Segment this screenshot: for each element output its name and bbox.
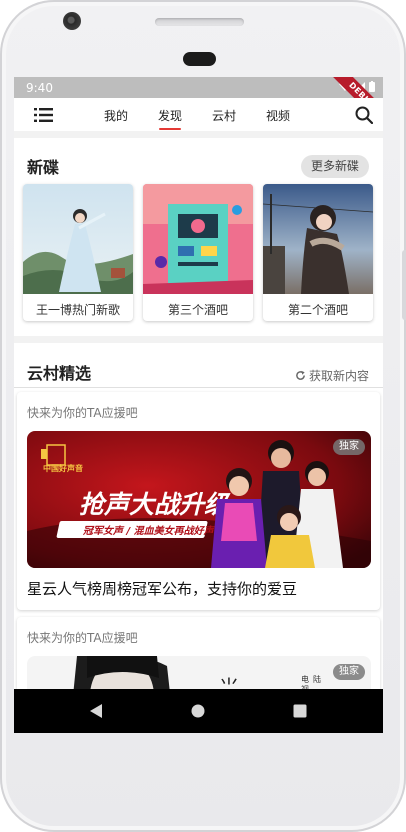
card-hint: 快来为你的TA应援吧 bbox=[27, 631, 138, 645]
front-camera bbox=[63, 12, 81, 30]
album-cover-image bbox=[23, 184, 133, 294]
cloud-village-section: 云村精选 获取新内容 快来为你的TA应援吧 抢声大战升级 冠军女声 / 混血美女… bbox=[14, 343, 383, 733]
system-nav-bar bbox=[14, 689, 383, 733]
new-albums-title: 新碟 bbox=[27, 158, 60, 177]
app-screen: 9:40 DEBUG 我的 发现 云村 视频 新碟 更多新碟 王一博热门新歌 第… bbox=[14, 77, 383, 733]
proximity-sensor bbox=[183, 52, 216, 66]
status-bar: 9:40 DEBUG bbox=[14, 77, 383, 131]
refresh-label: 获取新内容 bbox=[308, 369, 369, 383]
back-icon[interactable] bbox=[65, 689, 125, 733]
album-name: 第二个酒吧 bbox=[287, 303, 348, 317]
village-card[interactable]: 快来为你的TA应援吧 抢声大战升级 冠军女声 / 混血美女再战好声音 中国好声音 bbox=[17, 392, 380, 610]
banner-image: 抢声大战升级 冠军女声 / 混血美女再战好声音 中国好声音 bbox=[27, 431, 371, 568]
svg-text:中国好声音: 中国好声音 bbox=[43, 463, 83, 473]
refresh-icon bbox=[296, 370, 305, 380]
album-name: 王一博热门新歌 bbox=[35, 303, 120, 317]
album-card[interactable]: 第三个酒吧 bbox=[143, 184, 253, 321]
more-albums-button[interactable]: 更多新碟 bbox=[301, 155, 369, 178]
svg-text:电: 电 bbox=[301, 674, 309, 684]
search-icon[interactable] bbox=[355, 106, 373, 124]
top-tabs: 我的 发现 云村 视频 bbox=[104, 98, 290, 131]
exclusive-badge: 独家 bbox=[333, 664, 365, 680]
album-name: 第三个酒吧 bbox=[167, 303, 228, 317]
card-banner: 抢声大战升级 冠军女声 / 混血美女再战好声音 中国好声音 独家 bbox=[27, 431, 371, 568]
earpiece-speaker bbox=[155, 18, 244, 26]
svg-text:抢声大战升级: 抢声大战升级 bbox=[79, 490, 231, 519]
album-card[interactable]: 第二个酒吧 bbox=[263, 184, 373, 321]
card-title: 星云人气榜周榜冠军公布，支持你的爱豆 bbox=[27, 580, 298, 598]
tab-discover[interactable]: 发现 bbox=[158, 98, 182, 131]
album-card[interactable]: 王一博热门新歌 bbox=[23, 184, 133, 321]
recents-icon[interactable] bbox=[270, 689, 330, 733]
tab-cloud-village[interactable]: 云村 bbox=[212, 98, 236, 131]
cloud-village-title: 云村精选 bbox=[27, 364, 92, 383]
exclusive-badge: 独家 bbox=[333, 439, 365, 455]
section-divider bbox=[14, 387, 383, 388]
power-button bbox=[402, 250, 406, 320]
tab-mine[interactable]: 我的 bbox=[104, 98, 128, 131]
svg-text:陆: 陆 bbox=[313, 674, 321, 684]
album-cover-image bbox=[263, 184, 373, 294]
new-albums-section: 新碟 更多新碟 王一博热门新歌 第三个酒吧 第二个酒吧 bbox=[14, 138, 383, 336]
album-cover-image bbox=[143, 184, 253, 294]
svg-text:冠军女声 / 混血美女再战好声音: 冠军女声 / 混血美女再战好声音 bbox=[82, 525, 226, 537]
status-time: 9:40 bbox=[26, 80, 53, 95]
menu-icon[interactable] bbox=[34, 108, 53, 122]
card-hint: 快来为你的TA应援吧 bbox=[27, 406, 138, 420]
tab-video[interactable]: 视频 bbox=[266, 98, 290, 131]
home-icon[interactable] bbox=[168, 689, 228, 733]
battery-icon bbox=[369, 81, 375, 92]
refresh-content-button[interactable]: 获取新内容 bbox=[295, 367, 369, 384]
app-bar: 我的 发现 云村 视频 bbox=[14, 98, 383, 131]
